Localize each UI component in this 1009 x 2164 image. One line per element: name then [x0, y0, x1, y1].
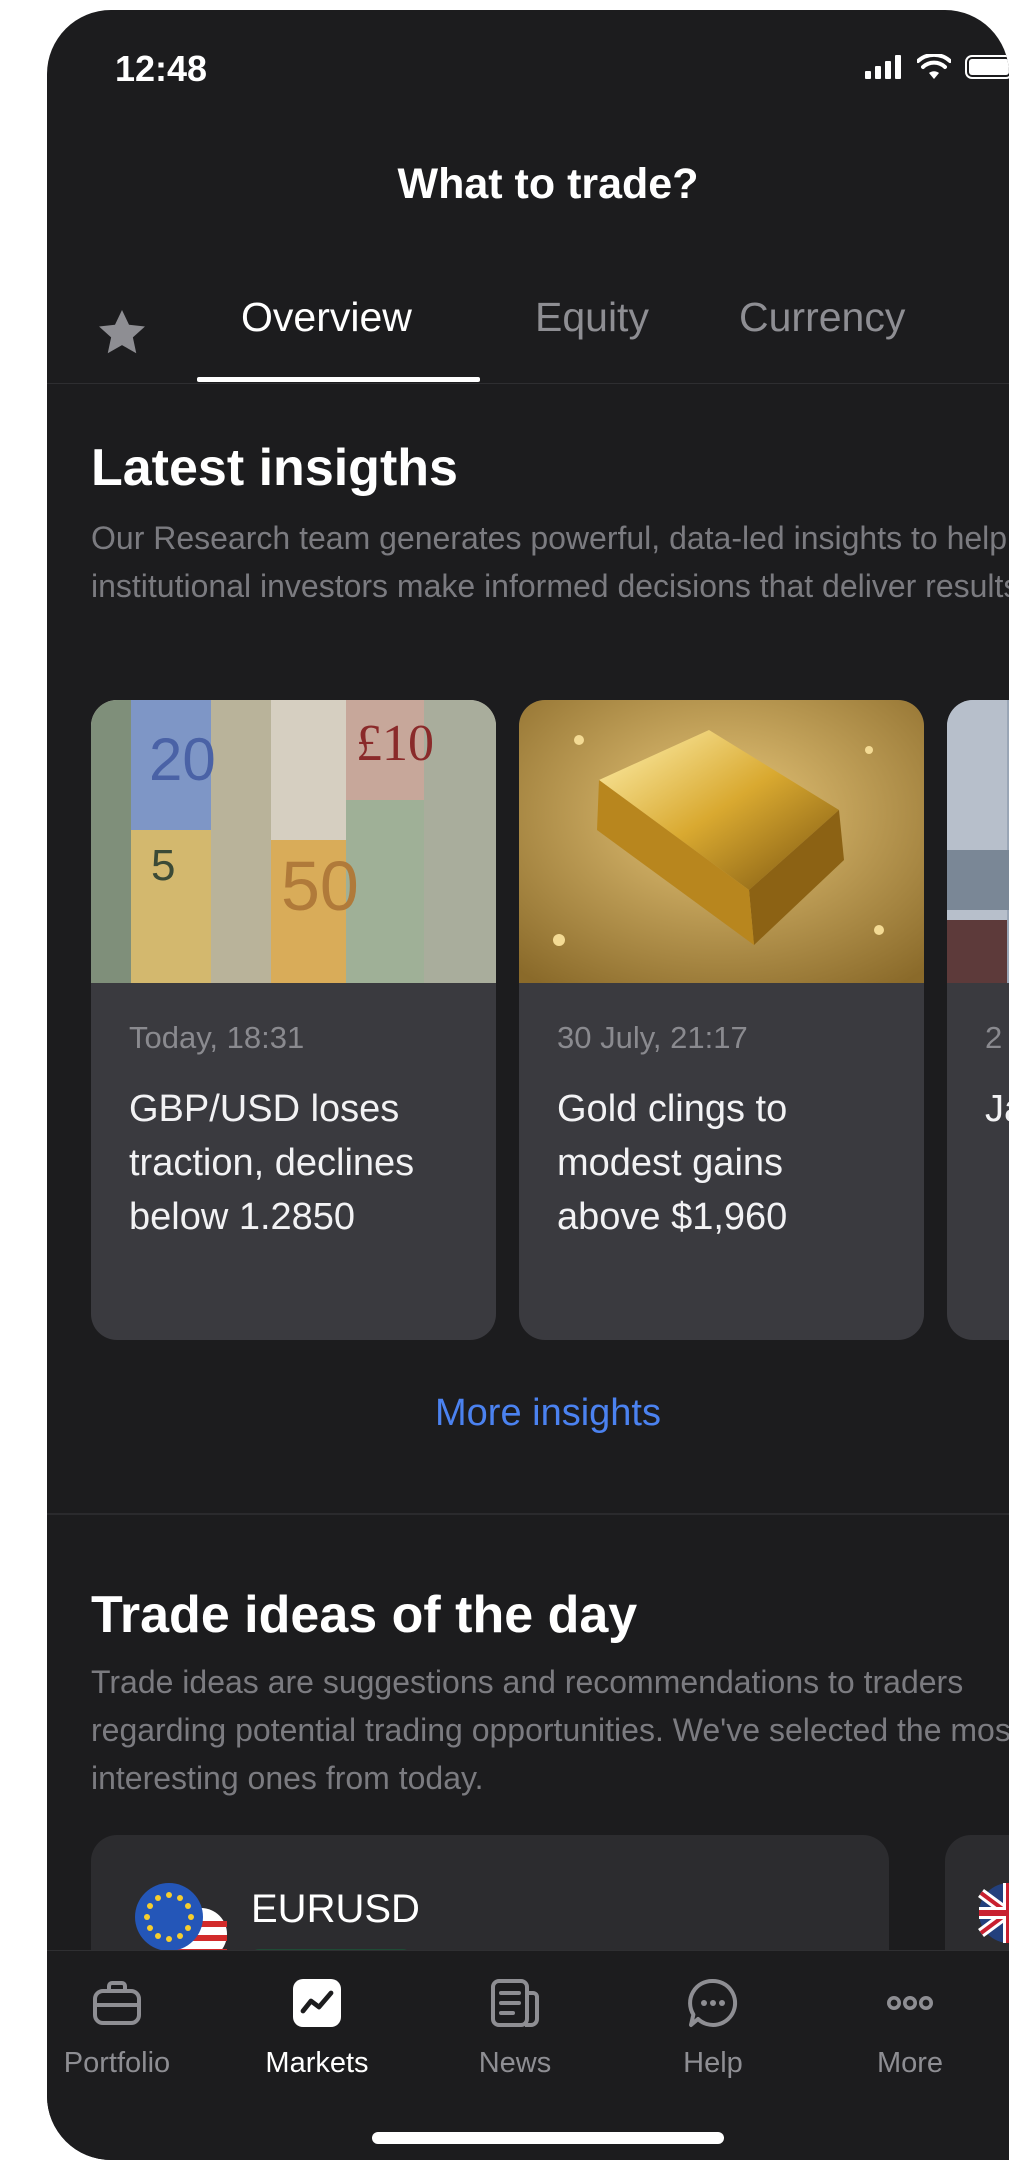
status-bar: 12:48	[47, 10, 1009, 120]
trade-ideas-heading: Trade ideas of the day	[91, 1586, 638, 1644]
insight-title: Gold clings to modest gains above $1,960	[557, 1088, 788, 1238]
wifi-icon	[917, 54, 951, 79]
trade-ideas-description: Trade ideas are suggestions and recommen…	[91, 1664, 1009, 1796]
nav-portfolio[interactable]: Portfolio	[47, 1975, 187, 2080]
bottom-tab-bar: Portfolio Markets News Help More	[47, 1950, 1009, 2160]
gold-bar-image	[519, 700, 924, 983]
nav-help-label: Help	[683, 2047, 743, 2079]
tab-overview[interactable]: Overview	[241, 294, 412, 341]
insight-card[interactable]: 2 Ja A T T	[947, 700, 1009, 1340]
briefcase-icon	[93, 1981, 141, 2025]
nav-news[interactable]: News	[445, 1975, 585, 2080]
newspaper-icon	[491, 1979, 539, 2027]
nav-portfolio-label: Portfolio	[63, 2047, 171, 2079]
insight-title: Ja A T T	[985, 1088, 1009, 1130]
svg-text:£10: £10	[356, 715, 434, 772]
insight-date: 30 July, 21:17	[557, 1020, 748, 1055]
nav-markets[interactable]: Markets	[247, 1975, 387, 2080]
cellular-signal-icon	[865, 55, 901, 79]
svg-text:20: 20	[149, 726, 216, 793]
favorites-star-icon[interactable]	[93, 304, 151, 362]
nav-markets-label: Markets	[265, 2047, 369, 2079]
insight-card[interactable]: 20 £10 5 50 Today, 18:31 GBP/USD loses t…	[91, 700, 496, 1340]
markets-chart-icon	[293, 1979, 341, 2027]
home-indicator	[372, 2132, 724, 2144]
nav-news-label: News	[478, 2047, 552, 2079]
yen-banknotes-image	[947, 700, 1009, 983]
currency-pair-label: EURUSD	[251, 1887, 420, 1931]
insights-heading: Latest insigths	[91, 439, 458, 497]
insight-card[interactable]: 30 July, 21:17 Gold clings to modest gai…	[519, 700, 924, 1340]
nav-more-label: More	[876, 2047, 944, 2079]
nav-help[interactable]: Help	[643, 1975, 783, 2080]
nav-more[interactable]: More	[840, 1975, 980, 2080]
svg-text:5: 5	[151, 841, 175, 890]
chat-bubble-icon	[688, 1978, 738, 2027]
battery-icon	[965, 55, 1009, 79]
more-dots-icon	[887, 1995, 933, 2010]
tab-bar: Overview Equity Currency	[47, 280, 1009, 384]
tab-currency[interactable]: Currency	[739, 294, 905, 341]
insights-carousel[interactable]: 20 £10 5 50 Today, 18:31 GBP/USD loses t…	[91, 700, 1009, 1340]
insights-description: Our Research team generates powerful, da…	[91, 520, 1009, 604]
status-icons	[865, 54, 1009, 80]
more-insights-link[interactable]: More insights	[47, 1392, 1009, 1435]
insight-date: 2	[985, 1020, 1003, 1055]
insight-title: GBP/USD loses traction, declines below 1…	[129, 1088, 415, 1238]
tab-equity[interactable]: Equity	[535, 294, 649, 341]
insight-date: Today, 18:31	[129, 1020, 305, 1055]
page-title: What to trade?	[397, 160, 699, 208]
svg-text:50: 50	[281, 847, 359, 925]
gbp-flag-icon	[978, 1883, 1009, 1943]
eur-usd-flags-icon	[135, 1883, 227, 1959]
section-divider	[47, 1513, 1009, 1515]
active-tab-indicator	[197, 377, 480, 382]
rolled-banknotes-image: 20 £10 5 50	[91, 700, 496, 983]
phone-screen: 12:48 What to trade? Overview Equity Cur…	[47, 10, 1009, 2160]
status-time: 12:48	[115, 48, 208, 89]
